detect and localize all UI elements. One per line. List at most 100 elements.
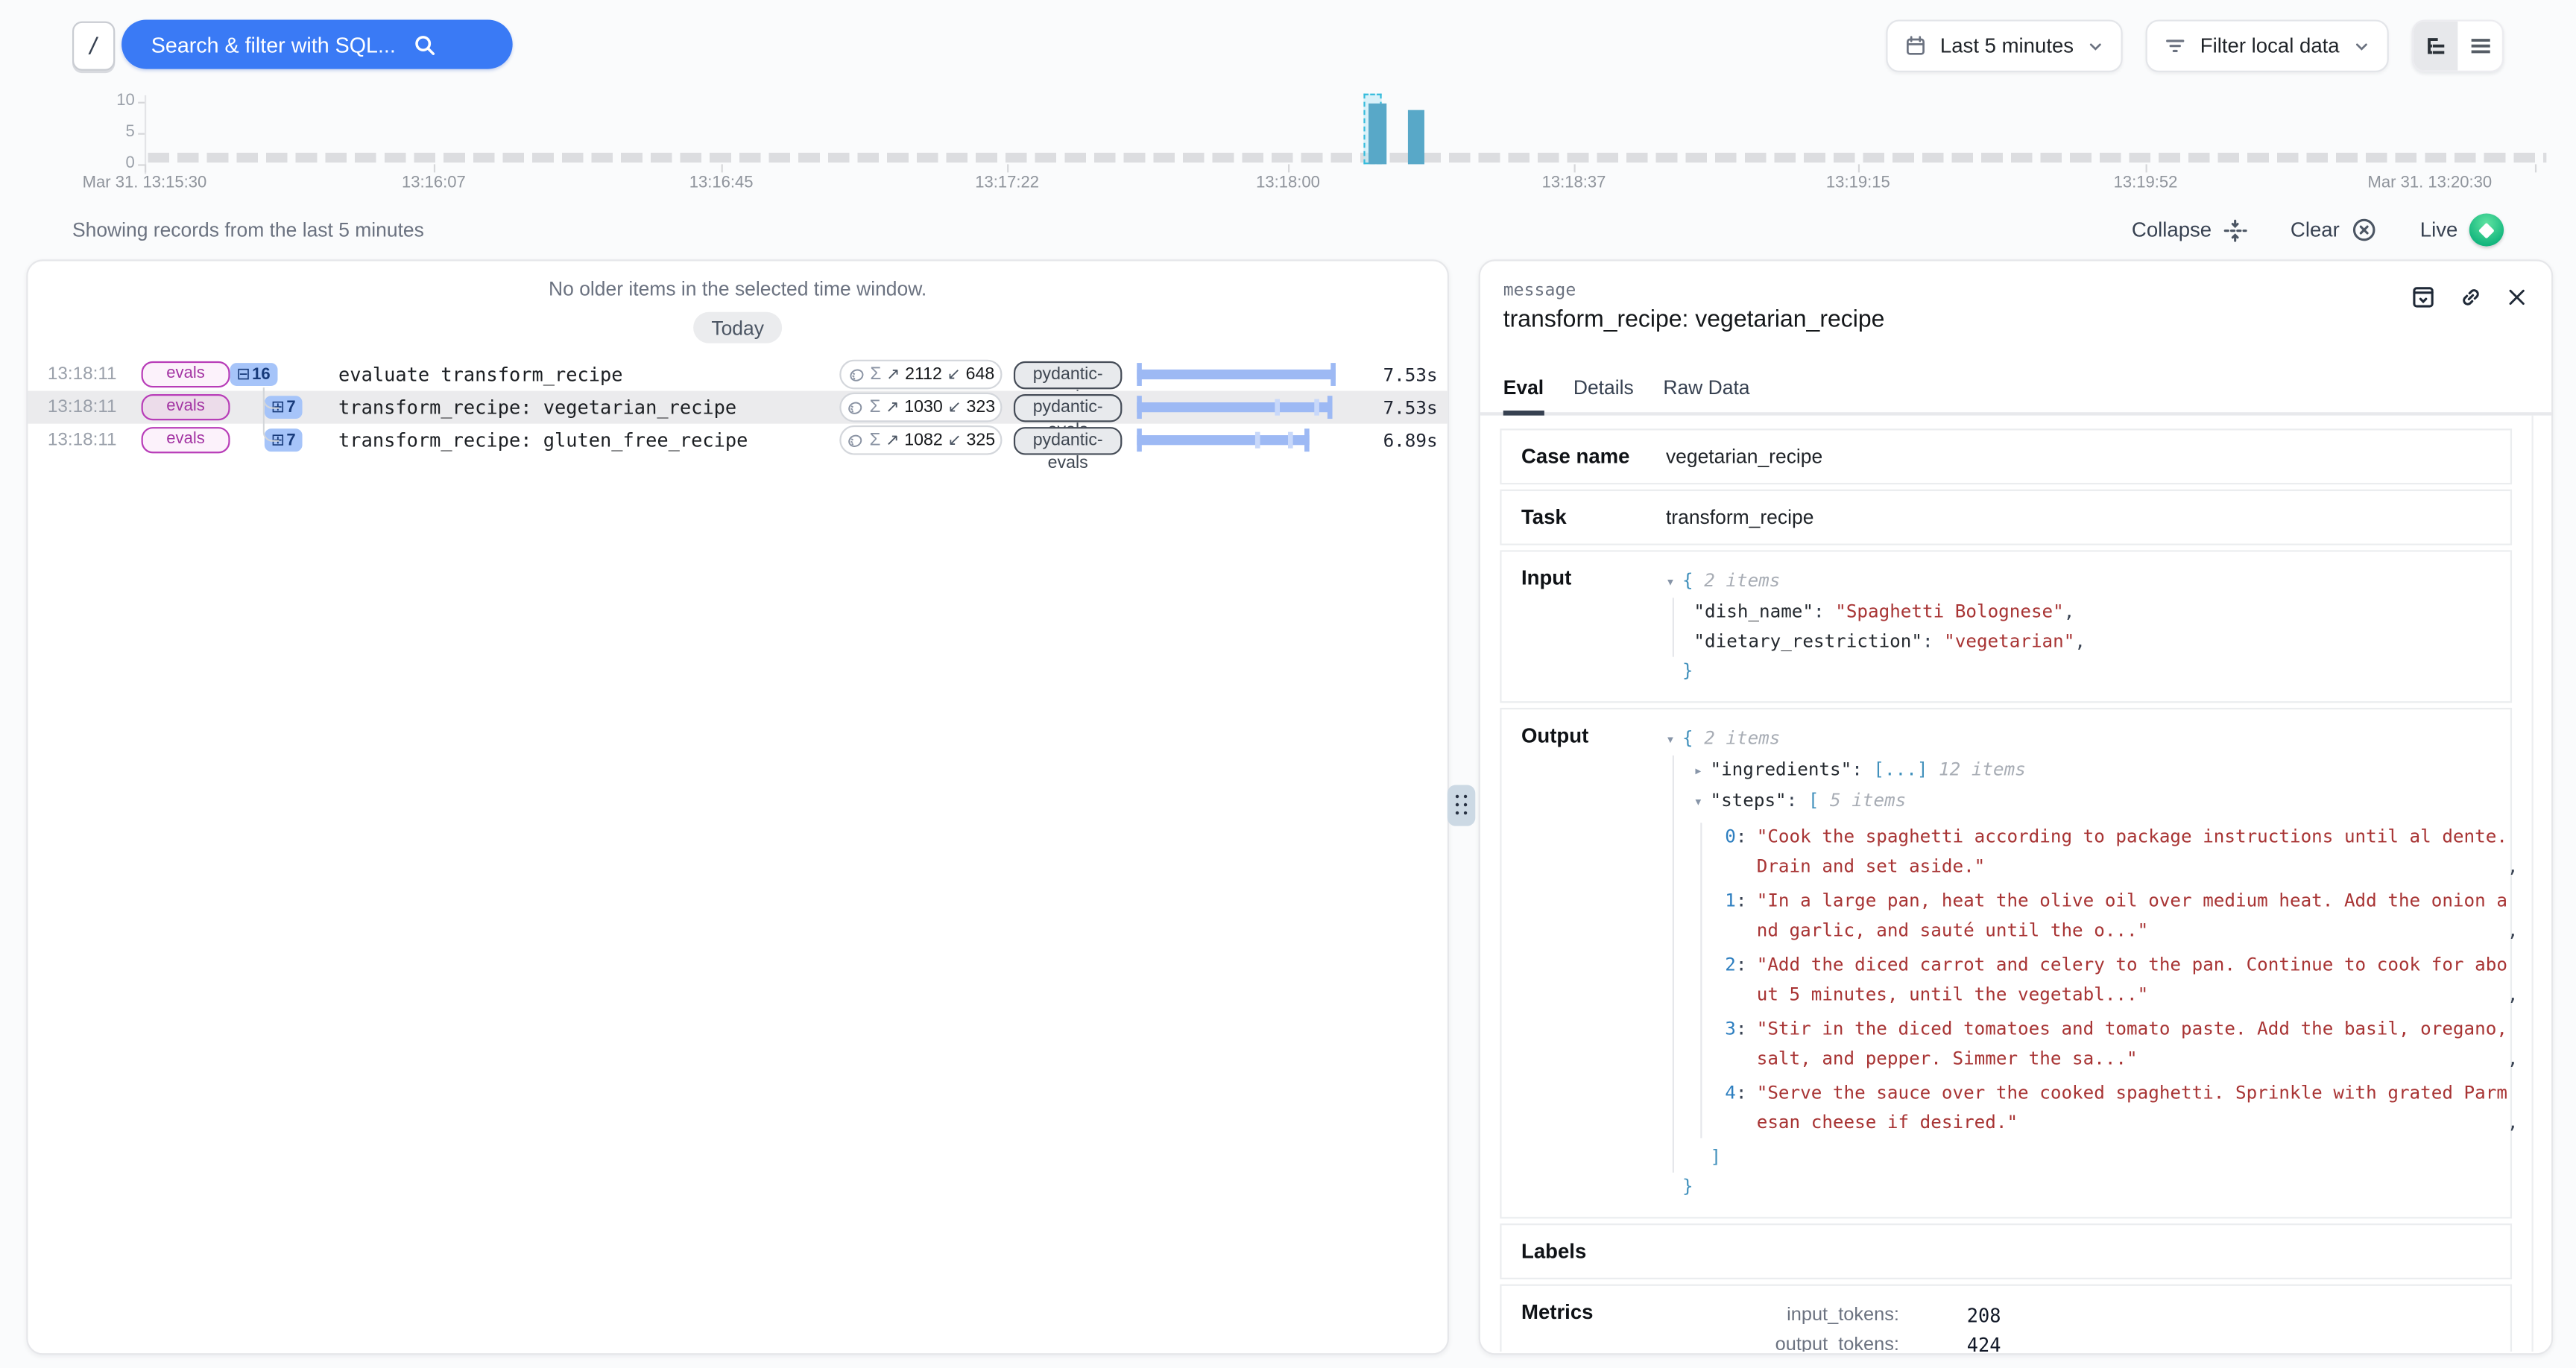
expand-chevron-icon[interactable]: ▸ — [1693, 757, 1710, 787]
slash-key-label: / — [87, 34, 100, 58]
bracket-open: [ — [1808, 790, 1819, 811]
search-icon — [412, 32, 437, 57]
search-button-label: Search & filter with SQL... — [151, 32, 396, 57]
collapse-button[interactable]: Collapse — [2132, 218, 2248, 242]
case-name-label: Case name — [1521, 445, 1666, 468]
time-range-dropdown[interactable]: Last 5 minutes — [1886, 19, 2123, 72]
duration-bar-zone — [1137, 363, 1342, 386]
search-button[interactable]: Search & filter with SQL... — [121, 19, 513, 69]
json-key: "dish_name" — [1693, 601, 1813, 623]
tab-raw-data[interactable]: Raw Data — [1663, 376, 1749, 416]
case-name-section: Case name vegetarian_recipe — [1500, 428, 2512, 484]
service-tag: pydantic-evals — [1014, 426, 1122, 454]
item-count: 12 items — [1939, 759, 2026, 780]
collapse-chevron-icon[interactable]: ▾ — [1666, 569, 1682, 598]
histogram-bar-1[interactable] — [1368, 104, 1386, 165]
task-section: Task transform_recipe — [1500, 490, 2512, 545]
live-toggle[interactable]: Live — [2420, 214, 2504, 247]
token-coin-icon — [847, 431, 865, 449]
scrollbar-gutter[interactable] — [2532, 416, 2534, 1352]
records-timeline-chart: 10 5 0 Mar 31. 13:15:30 13:16:07 13:16:4… — [0, 90, 2576, 198]
filter-local-data-dropdown[interactable]: Filter local data — [2146, 19, 2389, 72]
token-coin-icon — [847, 398, 865, 416]
tab-eval[interactable]: Eval — [1503, 376, 1544, 416]
copy-link-icon[interactable] — [2457, 284, 2484, 310]
tab-details[interactable]: Details — [1573, 376, 1634, 416]
labels-section: Labels — [1500, 1223, 2512, 1279]
collapse-vertical-icon — [2223, 218, 2248, 242]
detail-tabs: Eval Details Raw Data — [1480, 376, 2551, 416]
tree-view-toggle[interactable] — [2414, 22, 2458, 71]
collapse-chevron-icon[interactable]: ▾ — [1693, 788, 1710, 818]
x-label-3: 13:17:22 — [975, 174, 1039, 192]
row-timestamp: 13:18:11 — [48, 364, 123, 384]
view-mode-segmented-control — [2412, 19, 2504, 72]
x-label-2: 13:16:45 — [689, 174, 754, 192]
x-label-8: Mar 31. 13:20:30 — [2368, 174, 2493, 192]
token-coin-icon — [847, 365, 865, 383]
collapse-chevron-icon[interactable]: ▾ — [1666, 726, 1682, 756]
circle-x-icon — [2351, 217, 2377, 243]
metrics-section: Metrics input_tokens: 208 output_tokens:… — [1500, 1285, 2512, 1352]
json-string-value: "In a large pan, heat the olive oil over… — [1757, 887, 2507, 946]
top-toolbar: / Search & filter with SQL... Last 5 min… — [0, 0, 2576, 90]
duration-bar — [1137, 396, 1332, 419]
step-item: 3: "Stir in the diced tomatoes and tomat… — [1725, 1015, 2518, 1074]
span-detail-panel: message transform_recipe: vegetarian_rec… — [1479, 259, 2553, 1355]
token-usage-pill: Σ ↗ 1030 ↙ 323 — [839, 393, 1002, 422]
filter-lines-icon — [2164, 34, 2187, 57]
trace-row-vegetarian-recipe[interactable]: 13:18:11 evals ⊞ 7 transform_recipe: veg… — [28, 391, 1447, 424]
trace-list-panel: No older items in the selected time wind… — [26, 259, 1449, 1355]
x-label-0: Mar 31. 13:15:30 — [83, 174, 207, 192]
y-tick-0: 0 — [92, 154, 134, 172]
x-axis-tick — [2146, 164, 2147, 172]
duration-bar — [1137, 363, 1336, 386]
duration-text: 7.53s — [1342, 364, 1448, 385]
trace-row-gluten-free-recipe[interactable]: 13:18:11 evals ⊞ 7 transform_recipe: glu… — [28, 424, 1447, 457]
tokens-up: 1030 — [904, 397, 942, 417]
input-section: Input ▾{ 2 items "dish_name": "Spaghetti… — [1500, 550, 2512, 703]
histogram-bar-2[interactable] — [1408, 110, 1424, 165]
json-sep: : — [1787, 790, 1808, 811]
span-name: evaluate transform_recipe — [338, 363, 839, 386]
json-row: "dish_name": "Spaghetti Bolognese", — [1693, 598, 2490, 627]
array-index: 4 — [1725, 1083, 1736, 1104]
json-sep: : — [1736, 954, 1747, 976]
span-kind-label: message — [1503, 281, 2528, 300]
tokens-down: 648 — [966, 364, 995, 384]
otel-scope-badge: evals — [142, 361, 230, 387]
sigma-icon: Σ — [870, 430, 881, 449]
json-sep: : — [1922, 630, 1944, 652]
clear-button[interactable]: Clear — [2291, 217, 2378, 243]
collapsed-array[interactable]: [...] — [1873, 759, 1928, 780]
arrow-up-right-icon: ↗ — [886, 398, 899, 416]
dock-panel-icon[interactable] — [2410, 284, 2436, 310]
panel-resize-handle[interactable] — [1448, 785, 1475, 826]
ingredients-row: ▸"ingredients": [...] 12 items — [1693, 756, 2518, 787]
json-string-value: "Serve the sauce over the cooked spaghet… — [1757, 1079, 2507, 1138]
metric-row: input_tokens: 208 — [1666, 1301, 2001, 1331]
step-item: 4: "Serve the sauce over the cooked spag… — [1725, 1079, 2518, 1138]
span-name: transform_recipe: vegetarian_recipe — [338, 396, 839, 419]
close-icon[interactable] — [2505, 286, 2528, 309]
step-item: 0: "Cook the spaghetti according to pack… — [1725, 823, 2518, 881]
x-label-7: 13:19:52 — [2114, 174, 2178, 192]
duration-text: 6.89s — [1342, 429, 1448, 451]
list-view-toggle[interactable] — [2457, 22, 2502, 71]
array-index: 3 — [1725, 1019, 1736, 1040]
brace-close: } — [1682, 1176, 1693, 1197]
y-axis-tick — [138, 164, 145, 165]
json-sep: : — [1736, 1083, 1747, 1104]
json-row: "dietary_restriction": "vegetarian", — [1693, 627, 2490, 657]
tokens-up: 1082 — [904, 430, 942, 449]
array-index: 2 — [1725, 954, 1736, 976]
calendar-icon — [1904, 34, 1927, 57]
live-status-icon — [2469, 214, 2504, 247]
trace-row-evaluate-transform-recipe[interactable]: 13:18:11 evals ⊟ 16 evaluate transform_r… — [28, 358, 1447, 390]
tokens-down: 325 — [966, 430, 995, 449]
collapse-button-label: Collapse — [2132, 218, 2212, 241]
brace-open: { — [1682, 570, 1693, 592]
collapse-children-pill[interactable]: ⊟ 16 — [230, 363, 277, 386]
y-tick-5: 5 — [92, 123, 134, 141]
x-axis-tick — [1007, 164, 1008, 172]
